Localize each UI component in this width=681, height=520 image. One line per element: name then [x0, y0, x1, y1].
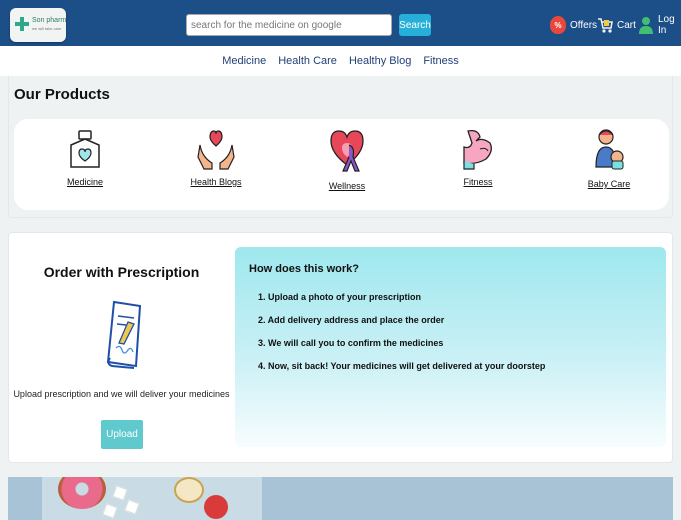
products-section: Our Products Medicine Health Blogs Welln… [8, 76, 673, 218]
header-bar: Son pharm we will take care Search % Off… [0, 0, 681, 46]
cart-label: Cart [617, 19, 636, 31]
step-item: 2. Add delivery address and place the or… [258, 315, 445, 325]
prescription-section: Order with Prescription Upload prescript… [8, 232, 673, 463]
nav-item-fitness[interactable]: Fitness [423, 55, 458, 67]
cart-icon [597, 16, 613, 34]
step-item: 1. Upload a photo of your prescription [258, 292, 422, 302]
how-it-works-steps: 1. Upload a photo of your prescription 2… [258, 292, 545, 384]
products-title: Our Products [14, 86, 110, 103]
promo-banner-image [8, 477, 673, 520]
medicine-bottle-icon [70, 130, 100, 168]
product-baby-care[interactable]: Baby Care [569, 127, 649, 189]
product-label-medicine[interactable]: Medicine [45, 177, 125, 187]
product-wellness[interactable]: Wellness [307, 127, 387, 191]
step-item: 4. Now, sit back! Your medicines will ge… [258, 361, 546, 371]
heart-ribbon-icon [330, 130, 364, 172]
hands-heart-icon [197, 130, 235, 170]
upload-button[interactable]: Upload [101, 420, 143, 449]
arm-muscle-icon [463, 129, 492, 170]
site-logo[interactable]: Son pharm we will take care [10, 8, 66, 42]
product-fitness[interactable]: Fitness [438, 127, 518, 187]
nav-item-healthy-blog[interactable]: Healthy Blog [349, 55, 411, 67]
login-link[interactable]: Log In [638, 14, 681, 36]
how-it-works-panel: How does this work? 1. Upload a photo of… [235, 247, 666, 447]
product-medicine[interactable]: Medicine [45, 127, 125, 187]
product-label-baby-care[interactable]: Baby Care [569, 179, 649, 189]
category-nav: Medicine Health Care Healthy Blog Fitnes… [0, 46, 681, 76]
offers-link[interactable]: % Offers [550, 14, 597, 36]
user-icon [638, 16, 654, 34]
apple-graphic [174, 477, 204, 503]
strawberry-graphic [204, 495, 228, 519]
product-label-fitness[interactable]: Fitness [438, 177, 518, 187]
prescription-title: Order with Prescription [43, 264, 200, 280]
login-label: Log In [658, 14, 675, 36]
product-label-health-blogs[interactable]: Health Blogs [176, 177, 256, 187]
offers-icon: % [550, 16, 566, 34]
cart-link[interactable]: Cart [597, 14, 636, 36]
product-health-blogs[interactable]: Health Blogs [176, 127, 256, 187]
step-item: 3. We will call you to confirm the medic… [258, 338, 444, 348]
nav-item-medicine[interactable]: Medicine [222, 55, 266, 67]
prescription-document-icon [106, 300, 142, 369]
logo-brand: Son pharm [32, 17, 67, 24]
how-it-works-title: How does this work? [249, 263, 360, 275]
nav-item-health-care[interactable]: Health Care [278, 55, 337, 67]
search-button[interactable]: Search [399, 14, 431, 36]
offers-label: Offers [570, 19, 598, 31]
medical-cross-icon [15, 17, 29, 31]
baby-care-icon [595, 129, 624, 170]
prescription-note: Upload prescription and we will deliver … [13, 389, 230, 399]
logo-tagline: we will take care [32, 26, 62, 31]
prescription-upload-panel: Order with Prescription Upload prescript… [9, 233, 234, 464]
product-label-wellness[interactable]: Wellness [307, 181, 387, 191]
products-row: Medicine Health Blogs Wellness Fitness B… [14, 119, 669, 210]
search-input[interactable] [186, 14, 392, 36]
